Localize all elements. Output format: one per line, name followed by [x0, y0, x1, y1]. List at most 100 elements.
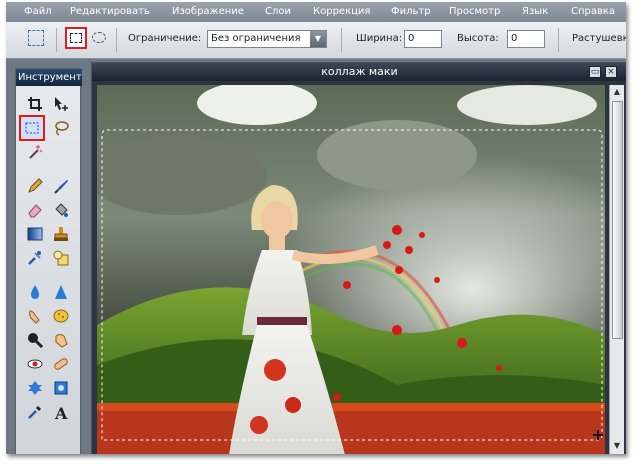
gradient-tool[interactable] [24, 223, 46, 245]
vertical-scrollbar[interactable]: ▲ ▼ [609, 85, 624, 454]
smudge-tool[interactable] [24, 305, 46, 327]
sponge-tool[interactable] [50, 305, 72, 327]
bandage-tool[interactable] [50, 353, 72, 375]
tools-panel: Инструменты [15, 68, 82, 454]
divider [116, 28, 117, 52]
marquee-tool[interactable] [19, 115, 45, 141]
paint-bucket-tool[interactable] [50, 199, 72, 221]
brush-icon [54, 180, 68, 194]
dodge-tool[interactable] [50, 329, 72, 351]
woman-face [261, 201, 293, 239]
rectangle-select-button[interactable] [65, 27, 87, 49]
zoom-icon [28, 333, 43, 348]
ellipse-select-button[interactable] [92, 32, 106, 43]
text-tool[interactable]: A [50, 401, 72, 423]
smudge-icon [29, 310, 40, 324]
move-tool[interactable] [50, 93, 72, 115]
bloat-tool[interactable] [24, 377, 46, 399]
clone-stamp-tool[interactable] [50, 223, 72, 245]
constraint-label: Ограничение: [128, 33, 202, 44]
minimize-icon[interactable]: ▭ [589, 66, 601, 78]
constraint-select[interactable]: Без ограничения ▼ [207, 30, 327, 48]
pinch-icon [54, 381, 68, 395]
constraint-select-value: Без ограничения [211, 33, 301, 44]
menu-bar: Файл Редактировать Изображение Слои Корр… [6, 2, 626, 22]
eyedropper-icon [28, 405, 42, 419]
petal [496, 365, 502, 371]
scroll-thumb[interactable] [612, 101, 623, 339]
document-window: коллаж маки ▭ × ▲ ▼ [91, 62, 626, 454]
menu-adjustments[interactable]: Коррекция [313, 6, 370, 17]
document-titlebar[interactable]: коллаж маки ▭ × [92, 63, 626, 81]
shape-tool[interactable] [50, 247, 72, 269]
lasso-tool[interactable] [50, 117, 72, 139]
height-label: Высота: [457, 33, 499, 44]
menu-file[interactable]: Файл [24, 6, 52, 17]
red-eye-tool[interactable] [24, 353, 46, 375]
eraser-tool[interactable] [24, 199, 46, 221]
scroll-down-icon[interactable]: ▼ [610, 439, 624, 453]
menu-layers[interactable]: Слои [265, 6, 291, 17]
dress-flower [250, 416, 268, 434]
tools-panel-title: Инструменты [16, 69, 82, 86]
sharpen-icon [55, 285, 67, 299]
gradient-icon [27, 227, 43, 241]
petal [434, 277, 440, 283]
poppy-field [97, 403, 605, 411]
magic-wand-tool[interactable] [24, 141, 46, 163]
zoom-tool[interactable] [24, 329, 46, 351]
menu-edit[interactable]: Редактировать [70, 6, 150, 17]
sharpen-tool[interactable] [50, 281, 72, 303]
blur-tool[interactable] [24, 281, 46, 303]
options-bar: Ограничение: Без ограничения ▼ Ширина: 0… [6, 22, 626, 59]
eyedropper-tool[interactable] [24, 401, 46, 423]
color-replace-icon [28, 251, 41, 265]
move-icon [55, 97, 68, 111]
close-icon[interactable]: × [605, 66, 617, 78]
menu-view[interactable]: Просмотр [449, 6, 500, 17]
petal [419, 232, 425, 238]
rectangle-select-icon [70, 33, 82, 43]
scroll-up-icon[interactable]: ▲ [610, 85, 624, 99]
color-replace-tool[interactable] [24, 247, 46, 269]
chevron-down-icon[interactable]: ▼ [310, 31, 326, 47]
paint-bucket-icon [55, 203, 68, 217]
petal [457, 338, 467, 348]
lasso-icon [55, 121, 69, 136]
text-icon: A [54, 404, 68, 420]
marquee-icon [25, 122, 39, 134]
petal [383, 241, 391, 249]
magic-wand-icon [29, 145, 43, 159]
petal [405, 246, 413, 254]
petal [343, 281, 351, 289]
width-input[interactable]: 0 [404, 30, 442, 48]
eraser-icon [28, 204, 42, 218]
collage-canvas[interactable] [97, 85, 605, 454]
width-label: Ширина: [356, 33, 403, 44]
menu-help[interactable]: Справка [571, 6, 615, 17]
petal [392, 225, 402, 235]
brush-tool[interactable] [50, 175, 72, 197]
petal [392, 325, 402, 335]
pencil-tool[interactable] [24, 175, 46, 197]
divider [558, 28, 559, 52]
svg-text:A: A [54, 404, 68, 420]
menu-language[interactable]: Язык [522, 6, 548, 17]
height-input[interactable]: 0 [507, 30, 545, 48]
bloat-icon [28, 381, 42, 395]
blur-icon [31, 285, 39, 299]
menu-image[interactable]: Изображение [172, 6, 244, 17]
petal [395, 266, 403, 274]
marquee-tool-icon [28, 30, 44, 46]
menu-filter[interactable]: Фильтр [391, 6, 431, 17]
cloud [457, 85, 597, 125]
pinch-tool[interactable] [50, 377, 72, 399]
feather-label: Растушевка [572, 33, 626, 44]
divider [341, 28, 342, 52]
divider [56, 28, 57, 52]
woman-belt [257, 317, 307, 325]
petal [333, 393, 341, 401]
crop-icon [28, 97, 42, 111]
crop-tool[interactable] [24, 93, 46, 115]
bandage-icon [54, 358, 68, 370]
